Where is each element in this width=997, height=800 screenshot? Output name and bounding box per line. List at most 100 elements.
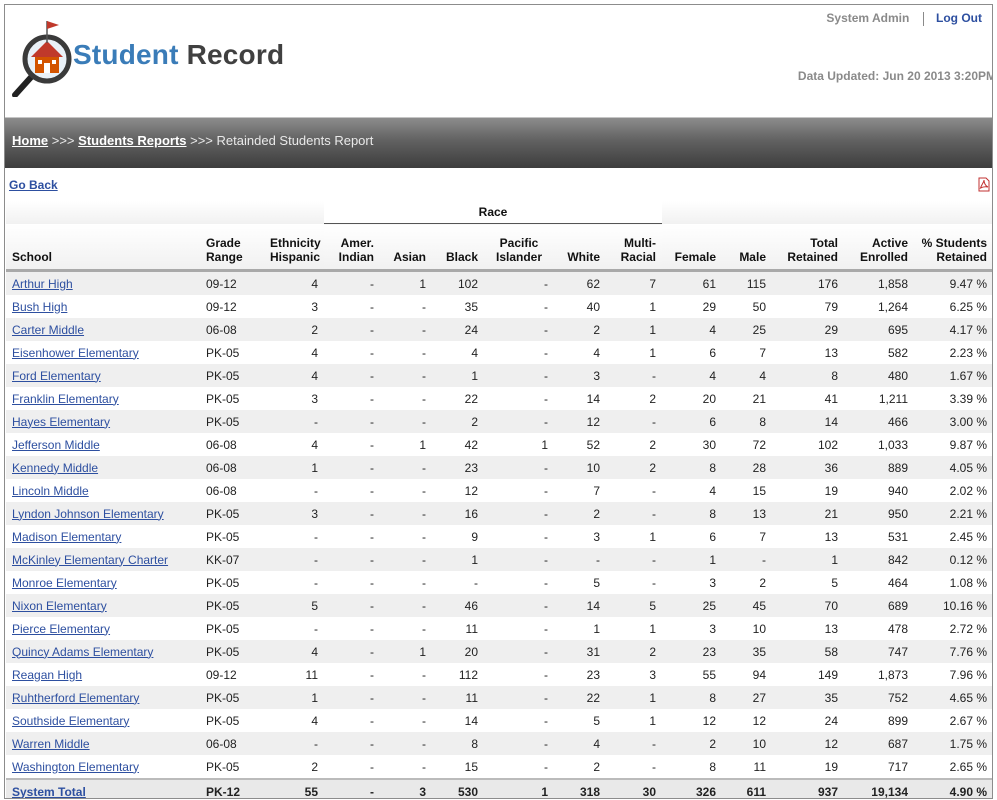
breadcrumb: Home >>> Students Reports >>> Retainded … bbox=[12, 133, 373, 148]
table-cell: - bbox=[324, 663, 380, 686]
table-cell: 940 bbox=[844, 479, 914, 502]
table-cell: 28 bbox=[722, 456, 772, 479]
table-cell: 3 bbox=[606, 663, 662, 686]
table-cell: - bbox=[380, 548, 432, 571]
table-cell: 8 bbox=[662, 502, 722, 525]
school-link[interactable]: Quincy Adams Elementary bbox=[12, 645, 153, 659]
table-cell: 11 bbox=[264, 663, 324, 686]
table-cell: 717 bbox=[844, 755, 914, 779]
table-cell: 4 bbox=[264, 341, 324, 364]
table-row: Ruhtherford Elementary PK-05 1- -11-22 1 8 27 3… bbox=[6, 686, 992, 709]
table-cell: 11 bbox=[432, 686, 484, 709]
go-back-link[interactable]: Go Back bbox=[9, 178, 58, 192]
table-cell: 8 bbox=[662, 456, 722, 479]
total-cell: 55 bbox=[264, 778, 324, 798]
table-cell: 4 bbox=[662, 364, 722, 387]
table-cell: - bbox=[380, 709, 432, 732]
table-cell: - bbox=[380, 594, 432, 617]
school-link[interactable]: Arthur High bbox=[12, 277, 73, 291]
school-link[interactable]: Kennedy Middle bbox=[12, 461, 98, 475]
breadcrumb-reports-link[interactable]: Students Reports bbox=[78, 133, 186, 148]
table-cell: - bbox=[324, 640, 380, 663]
table-cell: 14 bbox=[554, 594, 606, 617]
table-cell: 8 bbox=[662, 686, 722, 709]
table-row: Eisenhower Elementary PK-05 4- -4-4 1 6 7 13 582… bbox=[6, 341, 992, 364]
table-cell: 2 bbox=[606, 433, 662, 456]
total-cell: 318 bbox=[554, 778, 606, 798]
table-cell: - bbox=[484, 663, 554, 686]
school-link[interactable]: Ruhtherford Elementary bbox=[12, 691, 139, 705]
table-cell: 23 bbox=[432, 456, 484, 479]
table-cell: 23 bbox=[662, 640, 722, 663]
school-link[interactable]: Bush High bbox=[12, 300, 67, 314]
table-cell: 7 bbox=[722, 341, 772, 364]
table-cell: 4 bbox=[264, 433, 324, 456]
table-cell: - bbox=[606, 502, 662, 525]
table-cell: 5 bbox=[772, 571, 844, 594]
table-cell: 22 bbox=[432, 387, 484, 410]
table-cell: 1 bbox=[264, 456, 324, 479]
table-cell: 2.23 % bbox=[914, 341, 992, 364]
table-cell: PK-05 bbox=[200, 709, 264, 732]
school-link[interactable]: Monroe Elementary bbox=[12, 576, 117, 590]
table-cell: 16 bbox=[432, 502, 484, 525]
table-cell: 2 bbox=[662, 732, 722, 755]
school-link[interactable]: Warren Middle bbox=[12, 737, 90, 751]
table-cell: 3 bbox=[662, 617, 722, 640]
table-cell: 1 bbox=[380, 640, 432, 663]
school-link[interactable]: Southside Elementary bbox=[12, 714, 129, 728]
table-cell: PK-05 bbox=[200, 410, 264, 433]
table-row: Southside Elementary PK-05 4- -14-5 1 12 12 24 8… bbox=[6, 709, 992, 732]
table-cell: 747 bbox=[844, 640, 914, 663]
table-cell: PK-05 bbox=[200, 364, 264, 387]
table-cell: 1 bbox=[606, 709, 662, 732]
table-cell: 4 bbox=[264, 364, 324, 387]
pdf-icon[interactable] bbox=[977, 177, 991, 192]
table-cell: - bbox=[380, 617, 432, 640]
table-cell: 3 bbox=[662, 571, 722, 594]
breadcrumb-home-link[interactable]: Home bbox=[12, 133, 48, 148]
school-link[interactable]: Lincoln Middle bbox=[12, 484, 89, 498]
school-link[interactable]: Hayes Elementary bbox=[12, 415, 110, 429]
logo-word-record: Record bbox=[186, 39, 285, 70]
table-cell: 52 bbox=[554, 433, 606, 456]
table-cell: - bbox=[324, 387, 380, 410]
table-cell: 41 bbox=[772, 387, 844, 410]
school-link[interactable]: Reagan High bbox=[12, 668, 82, 682]
school-cell: Madison Elementary bbox=[6, 525, 200, 548]
school-link[interactable]: Ford Elementary bbox=[12, 369, 101, 383]
school-link[interactable]: Washington Elementary bbox=[12, 760, 139, 774]
table-cell: 4 bbox=[554, 732, 606, 755]
table-cell: 3 bbox=[554, 364, 606, 387]
table-cell: 12 bbox=[772, 732, 844, 755]
school-link[interactable]: Jefferson Middle bbox=[12, 438, 100, 452]
column-header: Multi- Racial bbox=[606, 223, 662, 272]
school-link[interactable]: Madison Elementary bbox=[12, 530, 121, 544]
table-cell: 1,033 bbox=[844, 433, 914, 456]
table-cell: 2.21 % bbox=[914, 502, 992, 525]
school-link[interactable]: Franklin Elementary bbox=[12, 392, 119, 406]
table-cell: - bbox=[484, 387, 554, 410]
table-cell: 3 bbox=[264, 502, 324, 525]
table-cell: 19 bbox=[772, 479, 844, 502]
table-cell: 1,211 bbox=[844, 387, 914, 410]
school-link[interactable]: Pierce Elementary bbox=[12, 622, 110, 636]
school-link[interactable]: Nixon Elementary bbox=[12, 599, 107, 613]
column-header: White bbox=[554, 223, 606, 272]
table-cell: 4 bbox=[554, 341, 606, 364]
school-link[interactable]: McKinley Elementary Charter bbox=[12, 553, 168, 567]
table-cell: 79 bbox=[772, 295, 844, 318]
school-cell: Carter Middle bbox=[6, 318, 200, 341]
table-cell: - bbox=[484, 686, 554, 709]
table-cell: - bbox=[606, 732, 662, 755]
table-cell: 1 bbox=[606, 525, 662, 548]
school-link[interactable]: Lyndon Johnson Elementary bbox=[12, 507, 164, 521]
school-link[interactable]: Eisenhower Elementary bbox=[12, 346, 139, 360]
school-link[interactable]: Carter Middle bbox=[12, 323, 84, 337]
system-total-link[interactable]: System Total bbox=[12, 785, 86, 799]
table-cell: 24 bbox=[432, 318, 484, 341]
total-label-cell: System Total bbox=[6, 778, 200, 799]
table-row: Pierce Elementary PK-05- - -11-1 1 3 10 13 478 2.… bbox=[6, 617, 992, 640]
logout-link[interactable]: Log Out bbox=[936, 11, 982, 25]
table-cell: 2 bbox=[722, 571, 772, 594]
